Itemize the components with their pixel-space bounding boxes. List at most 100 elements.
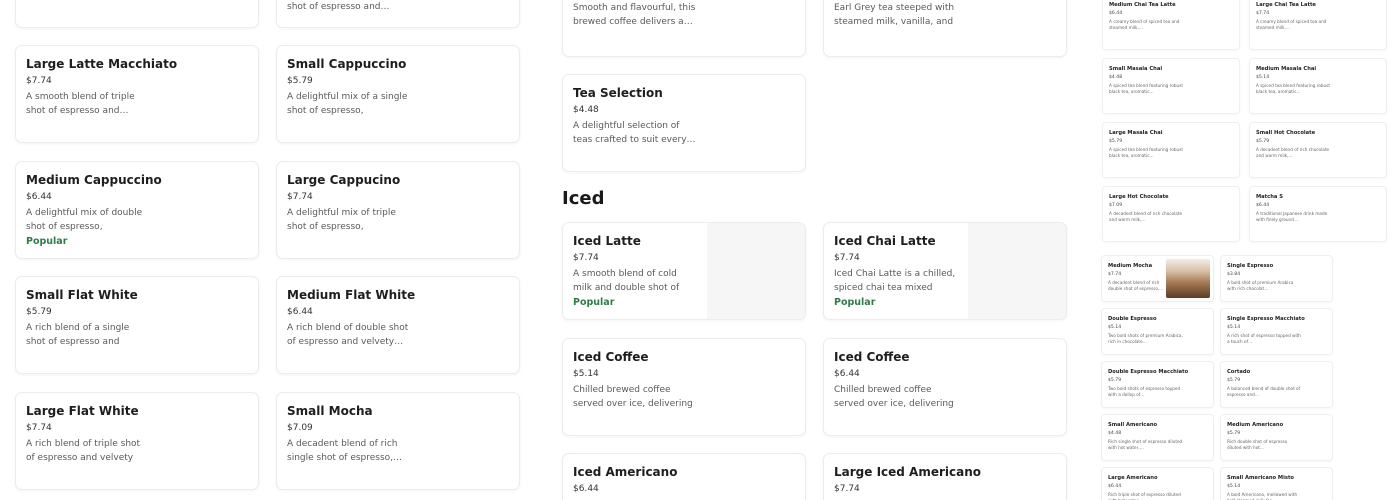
item-price: $5.79 [1108, 378, 1122, 383]
item-description: A rich shot of espresso topped with a to… [1227, 333, 1301, 344]
mini-menu-card[interactable]: Small Masala Chai $4.48 A spiced tea ble… [1102, 58, 1240, 114]
item-title: Iced Americano [573, 465, 678, 479]
item-price: $5.14 [573, 369, 599, 379]
mini-menu-card[interactable]: Single Espresso $3.84 A bold shot of pre… [1220, 255, 1333, 302]
mini-menu-card[interactable]: Medium Chai Tea Latte $6.44 A creamy ble… [1102, 0, 1240, 50]
item-description: Smooth and flavourful, this brewed coffe… [573, 3, 696, 27]
item-title: Large Hot Chocolate [1109, 194, 1169, 200]
item-price: $7.74 [287, 192, 313, 202]
menu-item-card[interactable]: Large Cappucino $7.74 A delightful mix o… [276, 161, 520, 259]
item-title: Medium Chai Tea Latte [1109, 2, 1176, 8]
item-description: A creamy blend of spiced tea and steamed… [1256, 19, 1327, 30]
item-title: Iced Coffee [834, 350, 910, 364]
item-title: Medium Americano [1227, 422, 1284, 428]
item-price: $5.79 [1256, 139, 1270, 144]
item-price: $5.79 [1227, 431, 1241, 436]
item-price: $3.84 [1227, 272, 1241, 277]
item-title: Medium Masala Chai [1256, 66, 1317, 72]
mini-menu-card[interactable]: Matcha S $6.44 A traditional Japanese dr… [1249, 186, 1387, 242]
item-price: $6.44 [287, 307, 313, 317]
mini-menu-card[interactable]: Large Hot Chocolate $7.09 A decadent ble… [1102, 186, 1240, 242]
item-description: Rich single shot of espresso diluted wit… [1108, 439, 1183, 450]
mini-menu-card[interactable]: Medium Americano $5.79 Rich double shot … [1220, 414, 1333, 461]
menu-item-card[interactable]: Iced Coffee $6.44 Chilled brewed coffee … [823, 338, 1067, 436]
item-title: Small Americano [1108, 422, 1158, 428]
item-description: A delightful selection of teas crafted t… [573, 121, 696, 145]
popular-badge: Popular [26, 236, 68, 247]
item-description: A rich blend of triple shot of espresso … [26, 439, 141, 463]
item-title: Single Espresso Macchiato [1227, 316, 1305, 322]
item-description: A decadent blend of rich single shot of … [287, 439, 403, 463]
item-title: Small Cappuccino [287, 57, 407, 71]
item-title: Medium Cappuccino [26, 173, 162, 187]
menu-item-card[interactable]: Medium Flat White $6.44 A rich blend of … [276, 276, 520, 374]
mini-menu-card[interactable]: Medium Masala Chai $5.14 A spiced tea bl… [1249, 58, 1387, 114]
mini-menu-card[interactable]: Large Masala Chai $5.79 A spiced tea ble… [1102, 122, 1240, 178]
item-description: A decadent blend of rich chocolate and w… [1109, 211, 1183, 222]
menu-item-card[interactable] [15, 0, 259, 28]
item-price: $7.09 [287, 423, 313, 433]
item-title: Small Mocha [287, 404, 373, 418]
item-description: A smooth blend of triple shot of espress… [26, 92, 135, 116]
item-price: $4.48 [1109, 75, 1123, 80]
item-description: Two bold shots of espresso topped with a… [1108, 386, 1181, 397]
menu-item-card[interactable]: Small Cappuccino $5.79 A delightful mix … [276, 45, 520, 143]
item-price: $5.79 [1227, 378, 1241, 383]
menu-item-card[interactable]: Large Iced Americano $7.74 [823, 453, 1067, 500]
mini-menu-card[interactable]: Large Americano $6.44 Rich triple shot o… [1101, 467, 1214, 500]
item-title: Small Flat White [26, 288, 138, 302]
menu-item-card[interactable]: Large Latte Macchiato $7.74 A smooth ble… [15, 45, 259, 143]
item-description: A spiced tea blend featuring robust blac… [1109, 147, 1183, 158]
item-description: A smooth blend of cold milk and double s… [573, 269, 680, 293]
item-title: Small Hot Chocolate [1256, 130, 1316, 136]
item-description: Earl Grey tea steeped with steamed milk,… [834, 3, 955, 27]
item-description: Iced Chai Latte is a chilled, spiced cha… [834, 269, 956, 293]
item-description: A balanced blend of double shot of espre… [1227, 386, 1301, 397]
item-description: A bold shot of premium Arabica with rich… [1227, 280, 1294, 291]
mini-menu-card[interactable]: Cortado $5.79 A balanced blend of double… [1220, 361, 1333, 408]
menu-item-card[interactable]: Iced Americano $6.44 [562, 453, 806, 500]
menu-item-card[interactable]: Smooth and flavourful, this brewed coffe… [562, 0, 806, 57]
item-price: $5.14 [1227, 484, 1241, 489]
item-image [707, 223, 805, 319]
menu-item-card[interactable]: Iced Latte $7.74 A smooth blend of cold … [562, 222, 806, 320]
item-price: $5.14 [1227, 325, 1241, 330]
item-title: Double Espresso [1108, 316, 1157, 322]
mini-menu-card[interactable]: Single Espresso Macchiato $5.14 A rich s… [1220, 308, 1333, 355]
item-price: $5.79 [26, 307, 52, 317]
menu-item-card[interactable]: Iced Coffee $5.14 Chilled brewed coffee … [562, 338, 806, 436]
mini-menu-card[interactable]: Medium Mocha $7.74 A decadent blend of r… [1101, 255, 1214, 302]
item-price: $6.44 [573, 484, 599, 494]
menu-item-card[interactable]: Medium Cappuccino $6.44 A delightful mix… [15, 161, 259, 259]
item-description: A spiced tea blend featuring robust blac… [1256, 83, 1330, 94]
menu-item-card[interactable]: Iced Chai Latte $7.74 Iced Chai Latte is… [823, 222, 1067, 320]
mini-menu-card[interactable]: Small Americano Misto $5.14 A bold Ameri… [1220, 467, 1333, 500]
item-title: Matcha S [1256, 194, 1283, 200]
menu-item-card[interactable]: Earl Grey tea steeped with steamed milk,… [823, 0, 1067, 57]
mini-menu-card[interactable]: Double Espresso Macchiato $5.79 Two bold… [1101, 361, 1214, 408]
menu-item-card[interactable]: Small Flat White $5.79 A rich blend of a… [15, 276, 259, 374]
item-description: A decadent blend of rich double shot of … [1108, 280, 1164, 291]
item-description: A decadent blend of rich chocolate and w… [1256, 147, 1330, 158]
item-title: Large Chai Tea Latte [1256, 2, 1316, 8]
item-description: A spiced tea blend featuring robust blac… [1109, 83, 1183, 94]
item-description: Chilled brewed coffee served over ice, d… [573, 385, 693, 409]
item-description: A delightful mix of triple shot of espre… [287, 208, 396, 232]
mini-menu-card[interactable]: Double Espresso $5.14 Two bold shots of … [1101, 308, 1214, 355]
item-price: $7.74 [26, 423, 52, 433]
item-description: Chilled brewed coffee served over ice, d… [834, 385, 954, 409]
item-title: Large Cappucino [287, 173, 401, 187]
menu-item-card[interactable]: shot of espresso and… [276, 0, 520, 28]
item-title: Large Flat White [26, 404, 139, 418]
item-title: Large Latte Macchiato [26, 57, 178, 71]
item-title: Single Espresso [1227, 263, 1274, 269]
menu-item-card[interactable]: Large Flat White $7.74 A rich blend of t… [15, 392, 259, 490]
item-price: $7.74 [834, 484, 860, 494]
item-description: A bold Americano, mellowed with half ste… [1227, 492, 1298, 500]
mini-menu-card[interactable]: Small Americano $4.48 Rich single shot o… [1101, 414, 1214, 461]
mini-menu-card[interactable]: Small Hot Chocolate $5.79 A decadent ble… [1249, 122, 1387, 178]
menu-item-card[interactable]: Tea Selection $4.48 A delightful selecti… [562, 74, 806, 172]
menu-item-card[interactable]: Small Mocha $7.09 A decadent blend of ri… [276, 392, 520, 490]
item-title: Large Iced Americano [834, 465, 982, 479]
mini-menu-card[interactable]: Large Chai Tea Latte $7.74 A creamy blen… [1249, 0, 1387, 50]
